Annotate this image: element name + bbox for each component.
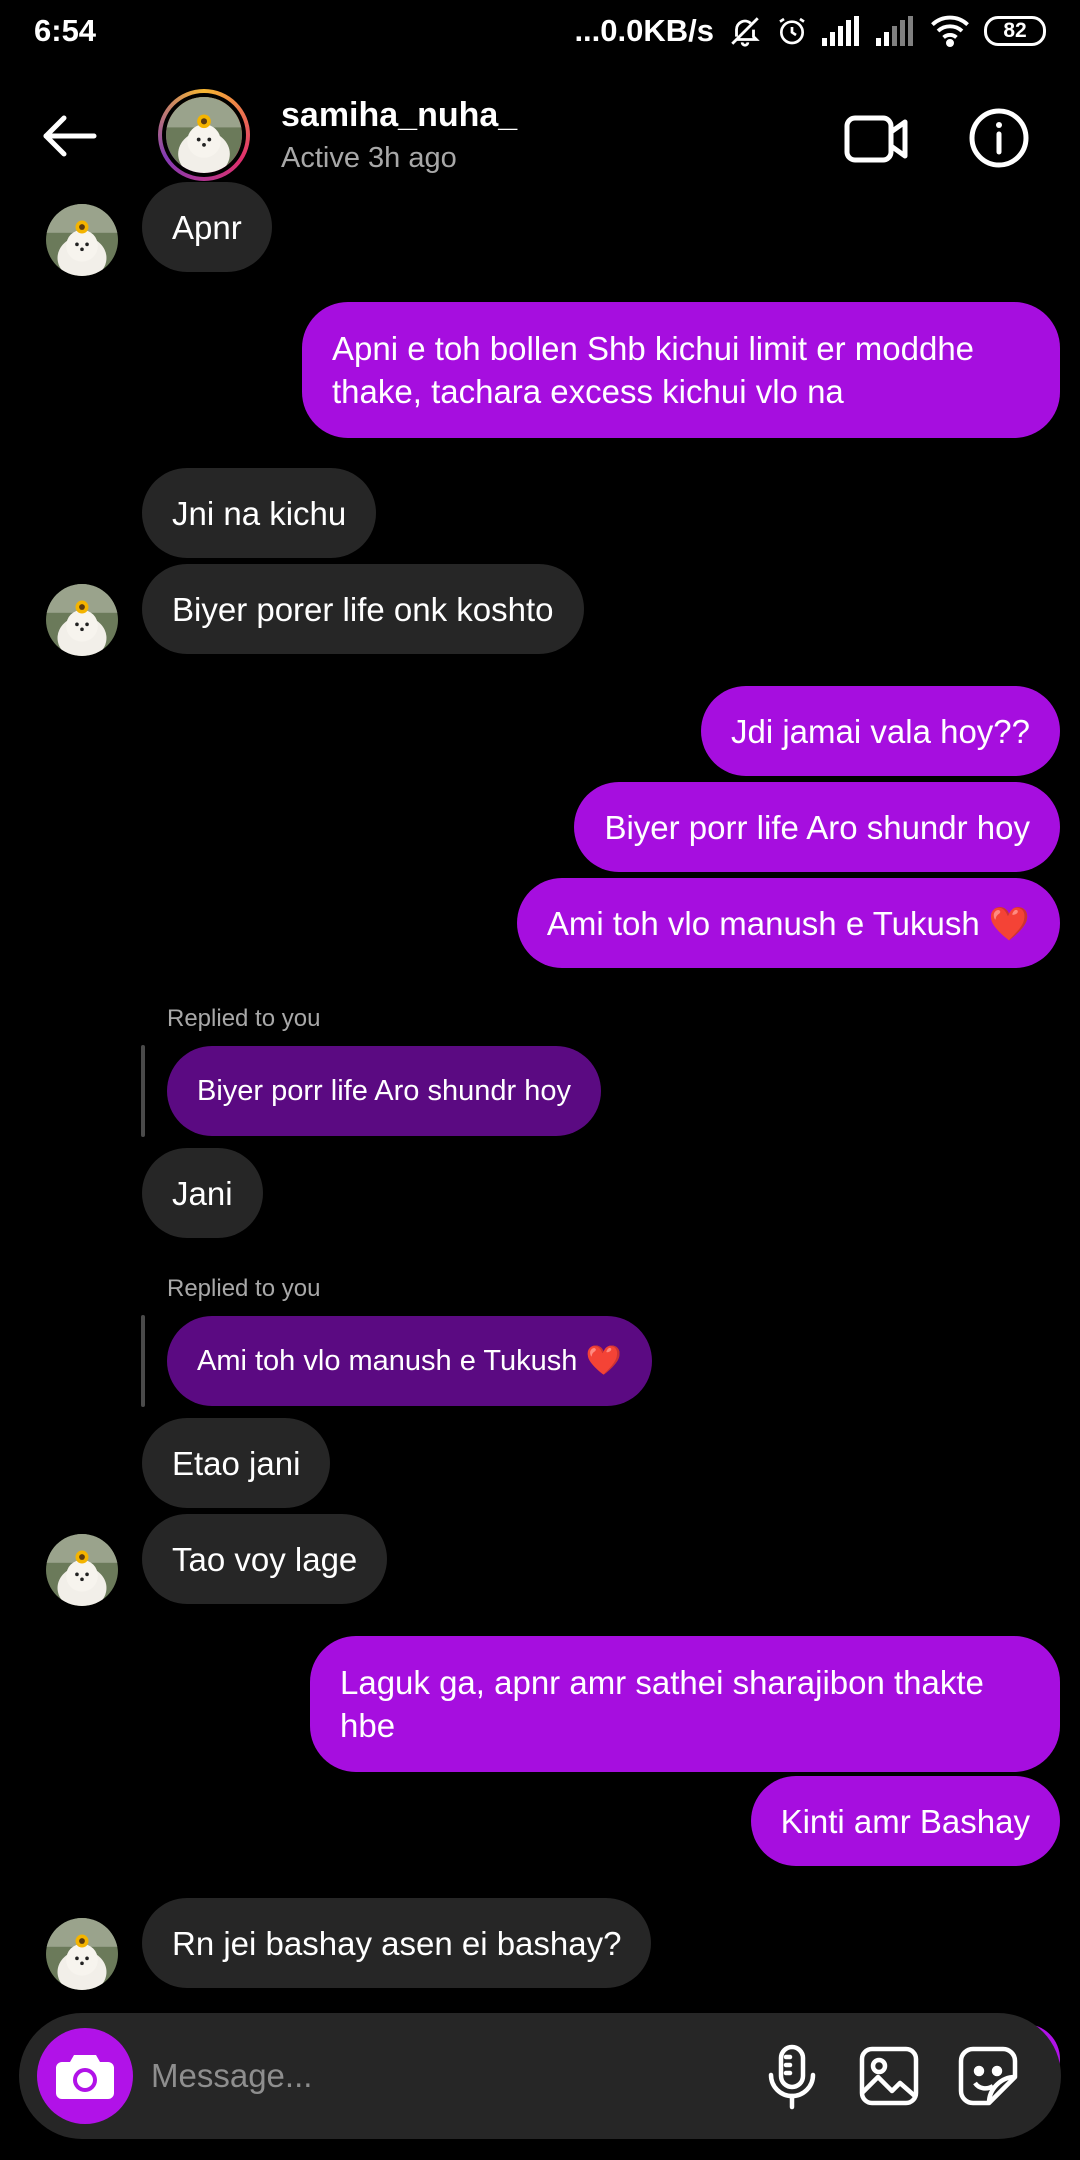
back-arrow-icon (43, 115, 97, 157)
incoming-message[interactable]: Biyer porer life onk koshto (142, 564, 584, 654)
back-button[interactable] (38, 108, 102, 172)
quoted-message[interactable]: Ami toh vlo manush e Tukush ❤️ (167, 1316, 652, 1406)
outgoing-message[interactable]: Laguk ga, apnr amr sathei sharajibon tha… (310, 1636, 1060, 1772)
network-speed: ...0.0KB/s (574, 13, 714, 48)
video-call-icon (844, 115, 908, 163)
info-button[interactable] (967, 106, 1031, 170)
signal-icon (822, 16, 862, 46)
message-input[interactable] (151, 2051, 711, 2101)
info-icon (969, 108, 1029, 168)
microphone-icon (768, 2044, 816, 2110)
avatar (46, 1534, 118, 1606)
sticker-button[interactable] (953, 2041, 1023, 2111)
mute-icon (728, 14, 762, 48)
incoming-message[interactable]: Apnr (142, 182, 272, 272)
status-icons: ...0.0KB/s 82 (574, 13, 1046, 49)
reply-divider (141, 1315, 145, 1407)
signal-icon-2 (876, 16, 916, 46)
replied-label: Replied to you (167, 1275, 321, 1302)
outgoing-message[interactable]: Kinti amr Bashay (750, 1776, 1060, 1866)
chat-header: samiha_nuha_ Active 3h ago (0, 72, 1080, 202)
status-time: 6:54 (34, 13, 97, 48)
header-avatar[interactable] (158, 89, 250, 181)
gallery-button[interactable] (854, 2041, 924, 2111)
avatar (46, 584, 118, 656)
status-bar: 6:54 ...0.0KB/s 82 (0, 0, 1080, 62)
contact-activity-status: Active 3h ago (281, 142, 457, 174)
incoming-message[interactable]: Tao voy lage (142, 1514, 388, 1604)
gallery-icon (859, 2046, 919, 2106)
camera-button[interactable] (37, 2028, 133, 2124)
message-composer (19, 2013, 1061, 2139)
avatar (46, 204, 118, 276)
battery-indicator: 82 (984, 16, 1046, 46)
outgoing-message[interactable]: Jdi jamai vala hoy?? (701, 686, 1060, 776)
incoming-message[interactable]: Rn jei bashay asen ei bashay? (142, 1898, 652, 1988)
reply-divider (141, 1045, 145, 1137)
outgoing-message[interactable]: Biyer porr life Aro shundr hoy (574, 782, 1060, 872)
replied-label: Replied to you (167, 1005, 321, 1032)
outgoing-message[interactable]: Ami toh vlo manush e Tukush ❤️ (516, 878, 1060, 968)
avatar (46, 1918, 118, 1990)
alarm-icon (776, 15, 808, 47)
video-call-button[interactable] (843, 110, 911, 168)
camera-icon (56, 2055, 114, 2099)
voice-message-button[interactable] (757, 2041, 827, 2111)
contact-username[interactable]: samiha_nuha_ (281, 96, 517, 135)
sticker-icon (958, 2046, 1018, 2106)
wifi-icon (930, 15, 970, 47)
incoming-message[interactable]: Etao jani (142, 1418, 331, 1508)
incoming-message[interactable]: Jni na kichu (142, 468, 377, 558)
quoted-message[interactable]: Biyer porr life Aro shundr hoy (167, 1046, 601, 1136)
avatar (166, 97, 242, 173)
incoming-message[interactable]: Jani (142, 1148, 263, 1238)
outgoing-message[interactable]: Apni e toh bollen Shb kichui limit er mo… (302, 302, 1060, 438)
